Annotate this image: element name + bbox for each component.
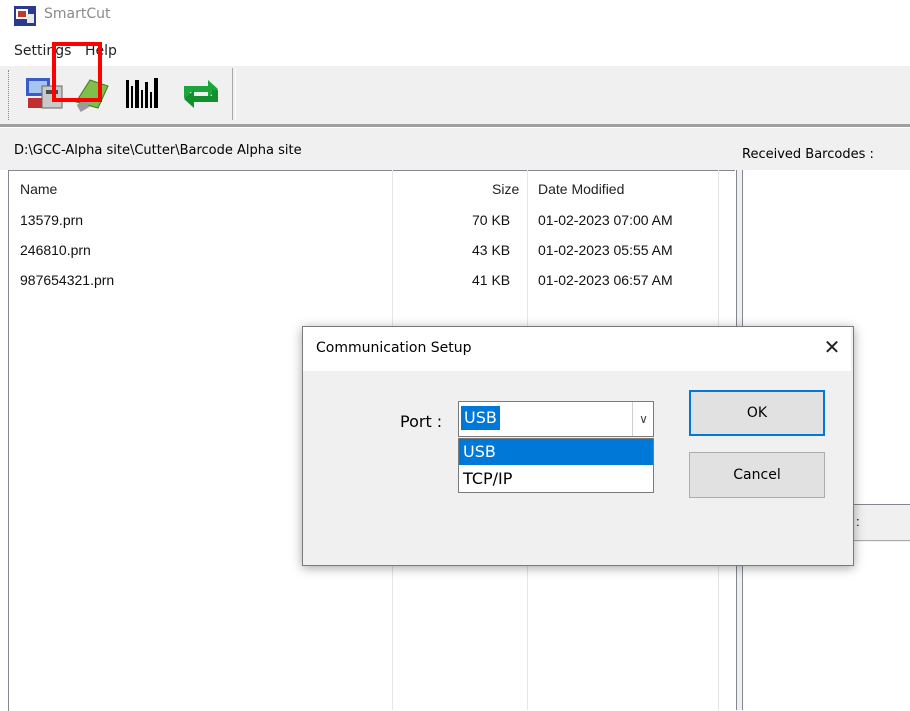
close-icon[interactable]: ✕ — [818, 334, 846, 362]
refresh-icon[interactable] — [178, 72, 224, 116]
highlight-box — [52, 42, 102, 102]
file-date: 01-02-2023 06:57 AM — [538, 272, 673, 288]
menu-bar: Settings Help — [0, 38, 910, 64]
file-name[interactable]: 13579.prn — [20, 212, 83, 228]
port-option-tcpip[interactable]: TCP/IP — [459, 466, 653, 492]
cancel-button[interactable]: Cancel — [689, 452, 825, 498]
column-header-date[interactable]: Date Modified — [538, 181, 624, 197]
toolbar-grip — [8, 70, 13, 120]
column-header-name[interactable]: Name — [20, 181, 57, 197]
ok-button[interactable]: OK — [689, 390, 825, 436]
app-icon — [14, 6, 36, 26]
right-panel-label: : — [856, 514, 860, 529]
port-option-usb[interactable]: USB — [459, 439, 653, 465]
file-size: 41 KB — [472, 272, 511, 288]
file-size: 70 KB — [472, 212, 511, 228]
file-name[interactable]: 987654321.prn — [20, 272, 114, 288]
port-label: Port : — [400, 412, 443, 431]
port-selected-value[interactable]: USB — [461, 406, 500, 430]
folder-path: D:\GCC-Alpha site\Cutter\Barcode Alpha s… — [14, 143, 302, 158]
window-title: SmartCut — [44, 6, 111, 22]
dialog-title: Communication Setup — [316, 340, 472, 356]
column-header-size[interactable]: Size — [492, 181, 519, 197]
file-date: 01-02-2023 05:55 AM — [538, 242, 673, 258]
file-size: 43 KB — [472, 242, 511, 258]
right-panel-list[interactable] — [742, 542, 910, 710]
file-date: 01-02-2023 07:00 AM — [538, 212, 673, 228]
chevron-down-icon[interactable]: ∨ — [632, 402, 654, 436]
file-name[interactable]: 246810.prn — [20, 242, 91, 258]
received-barcodes-label: Received Barcodes : — [742, 147, 874, 162]
toolbar-separator — [232, 68, 236, 120]
title-bar — [0, 0, 910, 34]
barcode-icon[interactable] — [122, 72, 168, 116]
